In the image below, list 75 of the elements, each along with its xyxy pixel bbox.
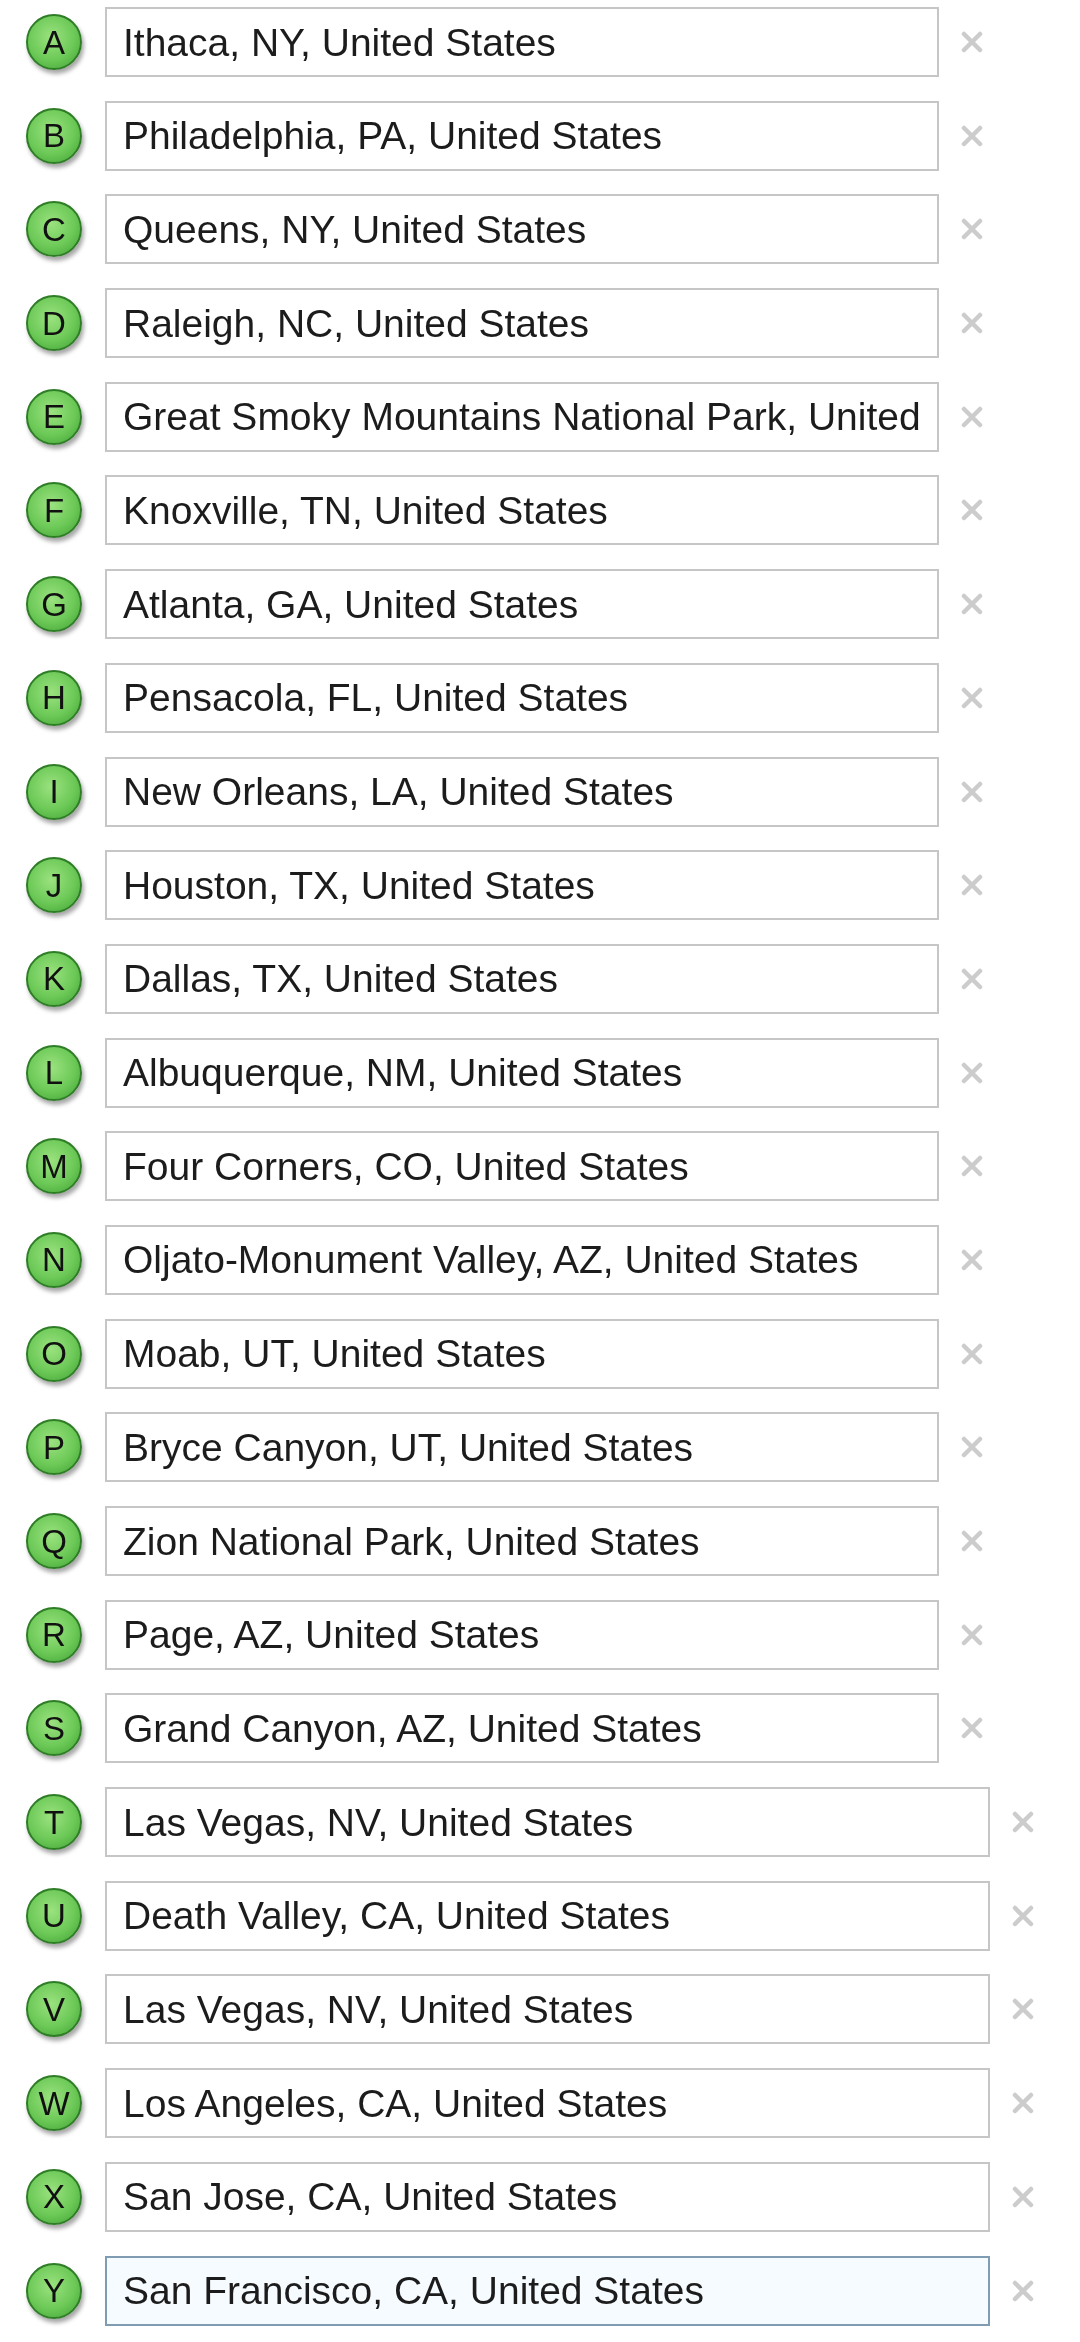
location-field[interactable]: San Francisco, CA, United States (105, 2255, 990, 2326)
close-icon (961, 780, 983, 803)
location-field[interactable]: Philadelphia, PA, United States (105, 100, 939, 171)
location-field[interactable]: Ithaca, NY, United States (105, 7, 939, 77)
close-icon (1012, 1904, 1034, 1927)
close-icon (961, 1155, 983, 1178)
waypoint-marker: O (26, 1325, 82, 1382)
close-icon (1012, 2092, 1034, 2115)
location-field[interactable]: Bryce Canyon, UT, United States (105, 1412, 939, 1483)
close-icon (961, 405, 983, 428)
close-icon (961, 499, 983, 522)
location-field[interactable]: Albuquerque, NM, United States (105, 1037, 939, 1108)
location-field[interactable]: Atlanta, GA, United States (105, 569, 939, 640)
location-field[interactable]: Las Vegas, NV, United States (105, 1974, 990, 2045)
location-field[interactable]: Death Valley, CA, United States (105, 1880, 990, 1951)
close-icon (961, 31, 983, 53)
waypoint-marker: E (26, 388, 82, 445)
close-icon (961, 967, 983, 990)
waypoint-marker: Y (26, 2262, 82, 2319)
location-field[interactable]: Zion National Park, United States (105, 1506, 939, 1576)
location-field[interactable]: Los Angeles, CA, United States (105, 2068, 990, 2139)
close-icon (961, 686, 983, 709)
waypoint-marker: I (26, 763, 82, 820)
close-icon (961, 874, 983, 897)
close-icon (1012, 2279, 1034, 2302)
location-field[interactable]: New Orleans, LA, United States (105, 756, 939, 827)
location-field[interactable]: Grand Canyon, AZ, United States (105, 1693, 939, 1764)
close-icon (961, 1342, 983, 1365)
location-field[interactable]: Queens, NY, United States (105, 194, 939, 265)
location-field[interactable]: Moab, UT, United States (105, 1318, 939, 1389)
close-icon (1012, 2185, 1034, 2208)
location-field[interactable]: Las Vegas, NV, United States (105, 1787, 990, 1858)
waypoint-marker: C (26, 201, 82, 258)
waypoint-marker: H (26, 669, 82, 726)
close-icon (961, 1623, 983, 1646)
location-field[interactable]: Raleigh, NC, United States (105, 288, 939, 359)
location-field[interactable]: Dallas, TX, United States (105, 943, 939, 1014)
close-icon (961, 593, 983, 616)
waypoint-marker: T (26, 1794, 82, 1851)
close-icon (961, 312, 983, 335)
waypoint-marker: J (26, 857, 82, 914)
waypoint-marker: D (26, 295, 82, 352)
close-icon (961, 1717, 983, 1740)
waypoint-marker: N (26, 1231, 82, 1288)
close-icon (961, 218, 983, 241)
close-icon (961, 1248, 983, 1271)
close-icon (961, 1436, 983, 1459)
waypoint-marker: G (26, 576, 82, 633)
waypoint-marker: S (26, 1700, 82, 1757)
close-icon (1012, 1998, 1034, 2021)
location-field[interactable]: Houston, TX, United States (105, 850, 939, 921)
waypoint-marker: W (26, 2075, 82, 2132)
waypoint-marker: Q (26, 1513, 82, 1569)
waypoint-marker: L (26, 1044, 82, 1101)
location-field[interactable]: Oljato-Monument Valley, AZ, United States (105, 1224, 939, 1295)
waypoint-marker: A (26, 14, 82, 70)
waypoint-marker: K (26, 950, 82, 1007)
waypoint-marker: V (26, 1981, 82, 2038)
waypoint-marker: F (26, 482, 82, 539)
location-field[interactable]: San Jose, CA, United States (105, 2161, 990, 2232)
location-field[interactable]: Pensacola, FL, United States (105, 662, 939, 733)
waypoint-marker: U (26, 1887, 82, 1944)
close-icon (961, 1530, 983, 1552)
location-field[interactable]: Great Smoky Mountains National Park, United (105, 381, 939, 452)
waypoint-marker: B (26, 107, 82, 164)
waypoint-marker: X (26, 2168, 82, 2225)
location-field[interactable]: Page, AZ, United States (105, 1599, 939, 1670)
close-icon (1012, 1811, 1034, 1834)
waypoint-marker: R (26, 1606, 82, 1663)
waypoint-marker: M (26, 1138, 82, 1195)
waypoint-marker: P (26, 1419, 82, 1476)
close-icon (961, 124, 983, 147)
close-icon (961, 1061, 983, 1084)
location-field[interactable]: Four Corners, CO, United States (105, 1131, 939, 1202)
location-field[interactable]: Knoxville, TN, United States (105, 475, 939, 546)
